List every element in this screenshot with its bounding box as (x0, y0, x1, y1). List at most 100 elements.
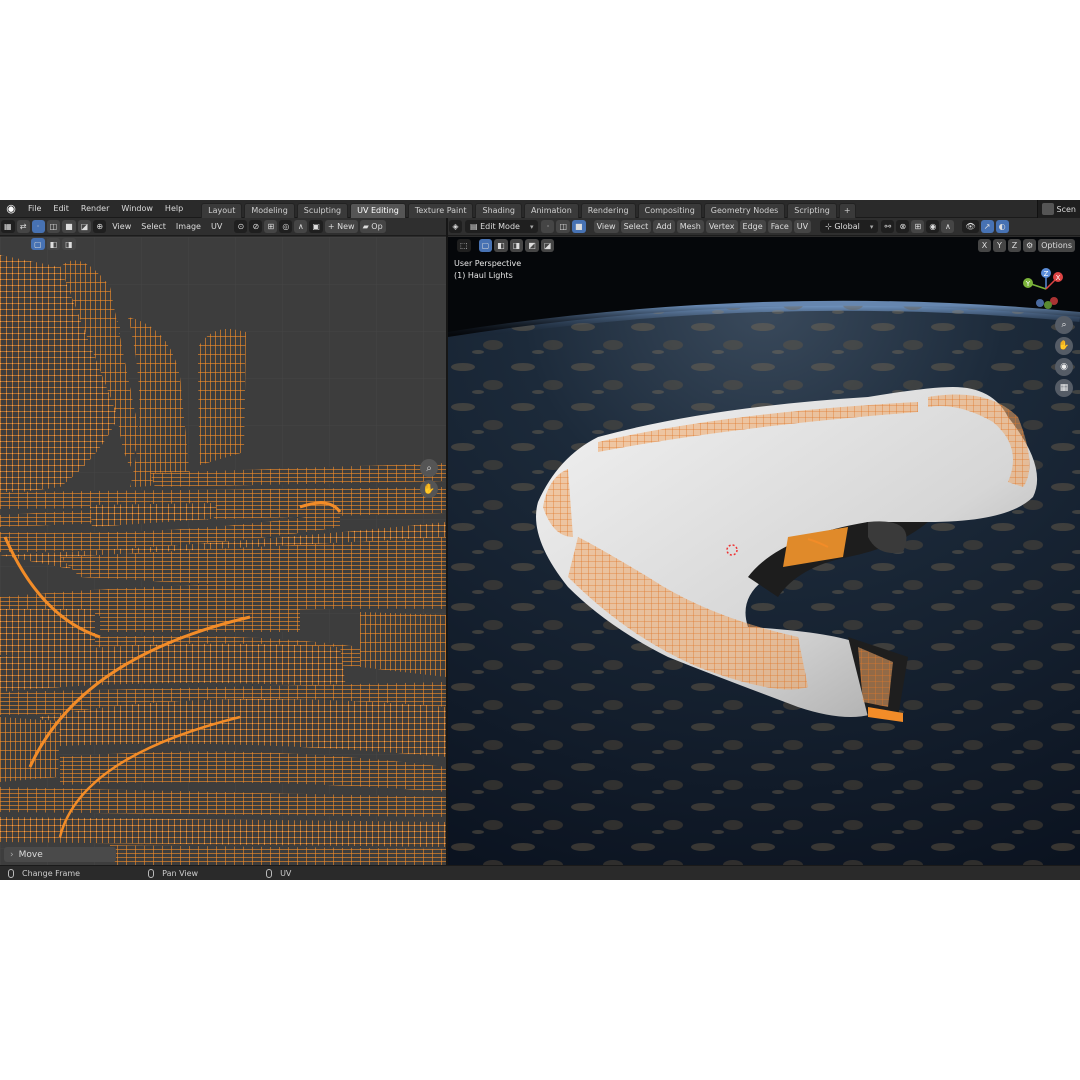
grid-perspective-icon[interactable]: ▦ (1055, 379, 1073, 397)
pivot-point-icon[interactable]: ⚯ (881, 220, 895, 233)
gizmo-icon[interactable]: ↗ (980, 220, 994, 233)
box-select-icon[interactable]: ▢ (478, 239, 493, 252)
options-dropdown[interactable]: Options (1038, 239, 1075, 252)
snap-magnet-icon[interactable]: ⊗ (896, 220, 910, 233)
vp-menu-select[interactable]: Select (620, 220, 652, 233)
tab-uv-editing[interactable]: UV Editing (350, 202, 406, 218)
pivot-icon[interactable]: ⊙ (234, 220, 248, 233)
sync-selection-icon[interactable]: ⇄ (16, 220, 30, 233)
open-image-button[interactable]: ▰ Op (359, 220, 386, 233)
select-subtract-icon[interactable]: ◨ (509, 239, 524, 252)
scene-label: Scen (1056, 204, 1076, 214)
scene-selector[interactable]: Scen (1036, 200, 1080, 218)
mirror-z-toggle[interactable]: Z (1007, 239, 1021, 252)
proportional-edit-icon[interactable]: ◎ (279, 220, 293, 233)
orientation-dropdown[interactable]: ⊹ Global ▾ (820, 220, 879, 233)
tab-shading[interactable]: Shading (475, 202, 522, 218)
tab-animation[interactable]: Animation (523, 202, 579, 218)
chevron-down-icon: ▾ (869, 222, 874, 231)
tab-layout[interactable]: Layout (201, 202, 243, 218)
mouse-right-icon (266, 868, 273, 878)
vp-menu-uv[interactable]: UV (793, 220, 812, 233)
viewport-header: ◈ ▤ Edit Mode ▾ · ◫ ■ View Select Add Me… (448, 218, 1080, 236)
blender-logo-icon[interactable]: ◉ (0, 200, 22, 218)
proportional-icon[interactable]: ◉ (926, 220, 940, 233)
overlay-icon[interactable]: ◐ (995, 220, 1009, 233)
edge-mode-icon[interactable]: ◫ (556, 220, 571, 233)
mirror-x-toggle[interactable]: X (977, 239, 991, 252)
hand-pan-icon[interactable]: ✋ (1055, 337, 1073, 355)
tab-rendering[interactable]: Rendering (580, 202, 636, 218)
uv-menu-image[interactable]: Image (171, 222, 206, 231)
chevron-down-icon: ▾ (529, 222, 534, 231)
select-intersect-icon[interactable]: ◪ (540, 239, 555, 252)
scene-icon (1041, 203, 1054, 215)
select-box-icon[interactable]: ▢ (31, 238, 45, 250)
vertex-select-icon[interactable]: · (31, 220, 45, 233)
mirror-y-toggle[interactable]: Y (992, 239, 1006, 252)
status-label: Pan View (162, 868, 199, 878)
cursor-select-icon[interactable]: ⬚ (457, 239, 471, 252)
3d-viewport[interactable]: ⬚ ▢ ◧ ◨ ◩ ◪ X Y Z ⚙ Options User Perspec… (448, 237, 1080, 865)
add-workspace-button[interactable]: + (838, 202, 856, 218)
uv-menu-select[interactable]: Select (136, 222, 171, 231)
image-browse-icon[interactable]: ▣ (309, 220, 323, 233)
snap-icon[interactable]: ⊘ (249, 220, 263, 233)
select-extend-icon[interactable]: ◧ (494, 239, 508, 252)
viewport-select-tools: ⬚ ▢ ◧ ◨ ◩ ◪ (456, 239, 555, 252)
tab-modeling[interactable]: Modeling (244, 202, 295, 218)
mouse-middle-icon (148, 868, 155, 878)
tab-sculpting[interactable]: Sculpting (296, 202, 349, 218)
vp-menu-edge[interactable]: Edge (739, 220, 766, 233)
zoom-icon[interactable]: ⌕ (420, 459, 438, 477)
vp-menu-face[interactable]: Face (767, 220, 792, 233)
hand-pan-icon[interactable]: ✋ (420, 480, 438, 498)
status-change-frame: Change Frame (8, 868, 80, 878)
editor-type-icon[interactable]: ▦ (1, 220, 15, 233)
new-image-button[interactable]: + New (324, 220, 358, 233)
tab-compositing[interactable]: Compositing (637, 202, 702, 218)
island-select-icon[interactable]: ◪ (77, 220, 92, 233)
select-mode-alt-icon[interactable]: ◨ (62, 238, 76, 250)
vp-menu-vertex[interactable]: Vertex (705, 220, 738, 233)
vp-menu-view[interactable]: View (593, 220, 619, 233)
uv-island-map (0, 237, 446, 865)
face-mode-icon[interactable]: ■ (572, 220, 586, 233)
move-operator-panel[interactable]: › Move (4, 847, 116, 862)
tab-texture-paint[interactable]: Texture Paint (407, 202, 474, 218)
mesh-symmetry-icon[interactable]: ⚙ (1022, 239, 1037, 252)
mouse-left-icon (8, 868, 14, 878)
menu-file[interactable]: File (22, 200, 47, 218)
visibility-icon[interactable]: 👁 (962, 220, 979, 233)
snap-target-icon[interactable]: ⊞ (264, 220, 278, 233)
falloff-icon[interactable]: ∧ (294, 220, 308, 233)
menu-render[interactable]: Render (75, 200, 115, 218)
viewport-editor-type-icon[interactable]: ◈ (449, 220, 462, 233)
face-select-icon[interactable]: ■ (62, 220, 76, 233)
folder-icon: ▰ (362, 222, 369, 231)
select-mode-icon[interactable]: ◧ (46, 238, 61, 250)
tab-scripting[interactable]: Scripting (787, 202, 837, 218)
active-object-label: (1) Haul Lights (454, 271, 513, 280)
uv-menu-view[interactable]: View (107, 222, 136, 231)
menu-help[interactable]: Help (159, 200, 189, 218)
tab-geometry-nodes[interactable]: Geometry Nodes (703, 202, 786, 218)
vertex-mode-icon[interactable]: · (541, 220, 555, 233)
edge-select-icon[interactable]: ◫ (46, 220, 61, 233)
menu-edit[interactable]: Edit (47, 200, 75, 218)
select-invert-icon[interactable]: ◩ (525, 239, 539, 252)
falloff-curve-icon[interactable]: ∧ (941, 220, 955, 233)
zoom-icon[interactable]: ⌕ (1055, 316, 1073, 334)
camera-icon[interactable]: ◉ (1055, 358, 1073, 376)
menu-window[interactable]: Window (115, 200, 159, 218)
status-uv: UV (266, 868, 291, 878)
navigation-gizmo[interactable]: Z Y X (1016, 265, 1076, 311)
mode-dropdown[interactable]: ▤ Edit Mode ▾ (465, 220, 539, 233)
uv-editor-canvas[interactable]: ▢ ◧ ◨ ⌕ ✋ › Move (0, 237, 446, 865)
snap-grid-icon[interactable]: ⊞ (911, 220, 925, 233)
vp-menu-mesh[interactable]: Mesh (676, 220, 704, 233)
uv-menu-uv[interactable]: UV (206, 222, 227, 231)
vp-menu-add[interactable]: Add (653, 220, 675, 233)
sticky-select-icon[interactable]: ⊕ (93, 220, 107, 233)
mode-label: Edit Mode (480, 222, 520, 231)
